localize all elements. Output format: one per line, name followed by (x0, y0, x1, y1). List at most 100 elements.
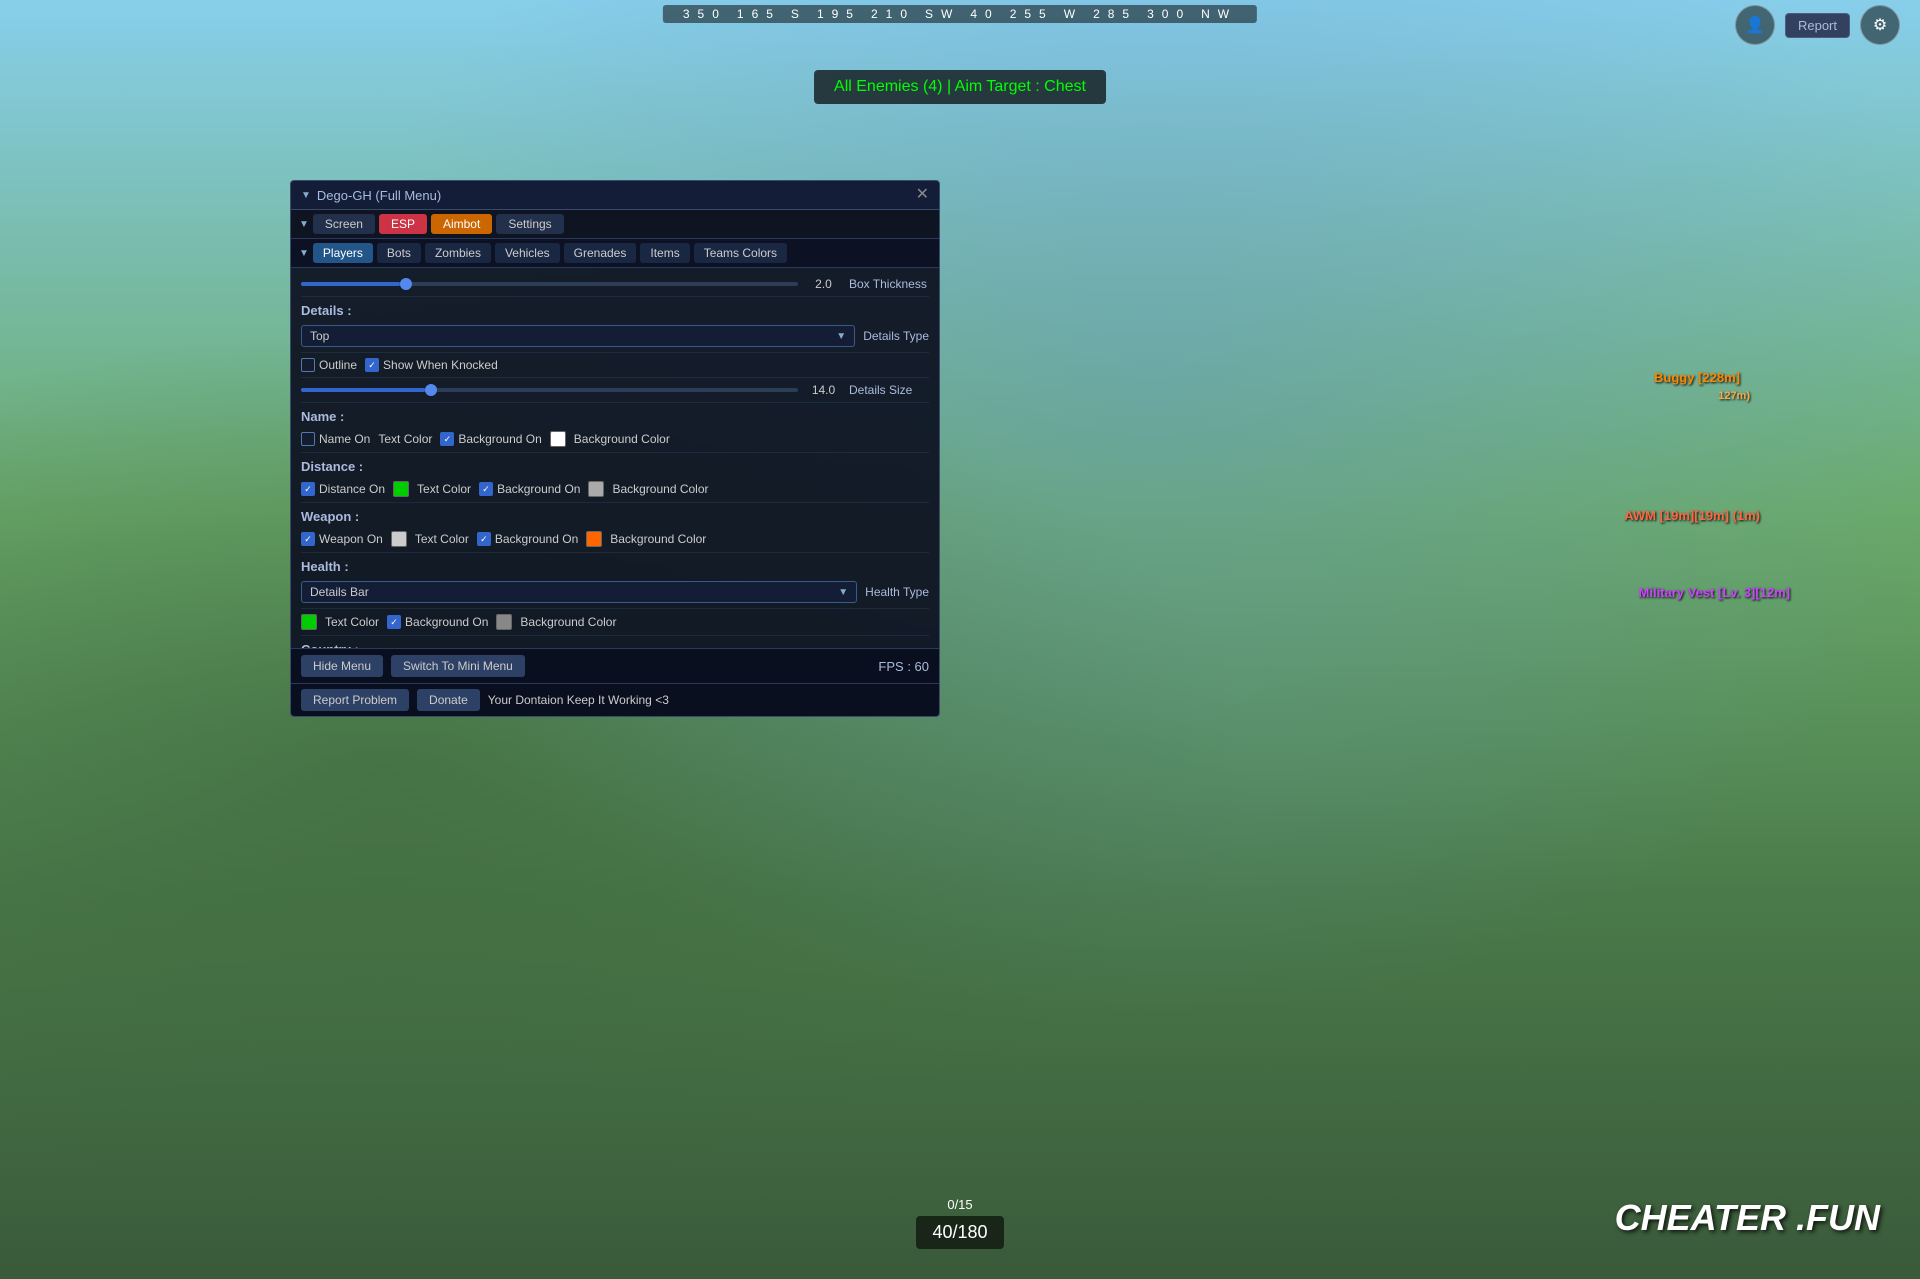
health-bg-on-label: Background On (405, 615, 488, 629)
tab-aimbot[interactable]: Aimbot (431, 214, 492, 234)
name-options-row: Name On Text Color Background On Backgro… (301, 426, 929, 453)
main-tab-row: ▼ Screen ESP Aimbot Settings (291, 210, 939, 239)
subtab-players[interactable]: Players (313, 243, 373, 263)
esp-label-vest: Military Vest [Lv. 3][12m] (1639, 585, 1790, 600)
health-bg-on-checkbox[interactable] (387, 615, 401, 629)
menu-title-left: ▼ Dego-GH (Full Menu) (301, 188, 441, 203)
report-problem-button[interactable]: Report Problem (301, 689, 409, 711)
menu-title: Dego-GH (Full Menu) (317, 188, 441, 203)
weapon-bg-on-label: Background On (495, 532, 578, 546)
subtab-row: ▼ Players Bots Zombies Vehicles Grenades… (291, 239, 939, 268)
country-section-label: Country : (301, 636, 929, 648)
weapon-options-row: Weapon On Text Color Background On Backg… (301, 526, 929, 553)
esp-label-buggy: Buggy [228m] (1654, 370, 1740, 385)
weapon-bg-on-checkbox[interactable] (477, 532, 491, 546)
outline-checkbox-wrapper: Outline (301, 358, 357, 372)
name-bg-on-label: Background On (458, 432, 541, 446)
reserve-ammo: 0/15 (947, 1197, 972, 1212)
details-size-row: 14.0 Details Size (301, 378, 929, 403)
health-text-color-swatch[interactable] (301, 614, 317, 630)
subtab-zombies[interactable]: Zombies (425, 243, 491, 263)
name-bg-on-wrapper: Background On (440, 432, 541, 446)
health-type-label: Health Type (865, 585, 929, 599)
name-section-label: Name : (301, 403, 929, 426)
weapon-text-color-swatch[interactable] (391, 531, 407, 547)
health-bg-color-swatch[interactable] (496, 614, 512, 630)
donate-button[interactable]: Donate (417, 689, 480, 711)
dist-bg-on-checkbox[interactable] (479, 482, 493, 496)
tab-screen[interactable]: Screen (313, 214, 375, 234)
esp-label-awm: AWM [19m][19m] (1m) (1624, 508, 1760, 523)
game-background (0, 0, 1920, 1279)
box-thickness-row: 2.0 Box Thickness (301, 272, 929, 297)
dist-on-checkbox[interactable] (301, 482, 315, 496)
health-type-dropdown[interactable]: Details Bar ▼ (301, 581, 857, 603)
subtab-bots[interactable]: Bots (377, 243, 421, 263)
dist-on-label: Distance On (319, 482, 385, 496)
weapon-section-label: Weapon : (301, 503, 929, 526)
donation-text: Your Dontaion Keep It Working <3 (488, 693, 669, 707)
dist-bg-color-swatch[interactable] (588, 481, 604, 497)
name-text-color-label: Text Color (378, 432, 432, 446)
player-icon[interactable]: 👤 (1735, 5, 1775, 45)
fps-display: FPS : 60 (878, 659, 929, 674)
tab-settings[interactable]: Settings (496, 214, 563, 234)
show-knocked-checkbox[interactable] (365, 358, 379, 372)
show-knocked-label: Show When Knocked (383, 358, 498, 372)
triangle-icon: ▼ (301, 190, 311, 201)
close-button[interactable]: ✕ (916, 187, 929, 203)
details-type-arrow: ▼ (836, 331, 846, 342)
outline-label: Outline (319, 358, 357, 372)
tab-esp[interactable]: ESP (379, 214, 427, 234)
menu-content: 2.0 Box Thickness Details : Top ▼ Detail… (291, 268, 939, 648)
aim-target-text: All Enemies (4) | Aim Target : Chest (834, 78, 1086, 95)
name-on-checkbox[interactable] (301, 432, 315, 446)
health-bg-on-wrapper: Background On (387, 615, 488, 629)
outline-checkbox[interactable] (301, 358, 315, 372)
weapon-bg-color-swatch[interactable] (586, 531, 602, 547)
aim-target-banner: All Enemies (4) | Aim Target : Chest (814, 70, 1106, 104)
name-bg-on-checkbox[interactable] (440, 432, 454, 446)
name-bg-color-label: Background Color (574, 432, 670, 446)
details-type-dropdown[interactable]: Top ▼ (301, 325, 855, 347)
health-options-row: Text Color Background On Background Colo… (301, 609, 929, 636)
details-type-row: Top ▼ Details Type (301, 320, 929, 353)
dist-text-color-swatch[interactable] (393, 481, 409, 497)
box-thickness-slider[interactable] (301, 282, 798, 286)
subtab-grenades[interactable]: Grenades (564, 243, 637, 263)
details-type-value: Top (310, 329, 329, 343)
details-options-row: Outline Show When Knocked (301, 353, 929, 378)
switch-to-mini-button[interactable]: Switch To Mini Menu (391, 655, 525, 677)
distance-options-row: Distance On Text Color Background On Bac… (301, 476, 929, 503)
ammo-display: 40/180 (916, 1216, 1003, 1249)
weapon-on-label: Weapon On (319, 532, 383, 546)
box-thickness-value: 2.0 (806, 277, 841, 291)
health-type-value: Details Bar (310, 585, 369, 599)
weapon-on-wrapper: Weapon On (301, 532, 383, 546)
weapon-text-color-label: Text Color (415, 532, 469, 546)
bottom-hud: 0/15 40/180 (0, 1159, 1920, 1279)
dist-bg-on-label: Background On (497, 482, 580, 496)
name-on-wrapper: Name On (301, 432, 370, 446)
weapon-on-checkbox[interactable] (301, 532, 315, 546)
details-section-label: Details : (301, 297, 929, 320)
hide-menu-button[interactable]: Hide Menu (301, 655, 383, 677)
subtab-teams-colors[interactable]: Teams Colors (694, 243, 787, 263)
report-button-hud[interactable]: Report (1785, 13, 1850, 38)
subtab-items[interactable]: Items (640, 243, 689, 263)
esp-label-dist1: 127m) (1718, 390, 1750, 402)
name-on-label: Name On (319, 432, 370, 446)
health-section-label: Health : (301, 553, 929, 576)
distance-section-label: Distance : (301, 453, 929, 476)
details-type-label: Details Type (863, 329, 929, 343)
details-size-slider[interactable] (301, 388, 798, 392)
health-bg-color-label: Background Color (520, 615, 616, 629)
show-knocked-wrapper: Show When Knocked (365, 358, 498, 372)
details-size-label: Details Size (849, 383, 929, 397)
name-bg-color-swatch[interactable] (550, 431, 566, 447)
subtab-vehicles[interactable]: Vehicles (495, 243, 560, 263)
dist-text-color-label: Text Color (417, 482, 471, 496)
dist-bg-color-label: Background Color (612, 482, 708, 496)
health-type-row: Details Bar ▼ Health Type (301, 576, 929, 609)
settings-icon-hud[interactable]: ⚙ (1860, 5, 1900, 45)
